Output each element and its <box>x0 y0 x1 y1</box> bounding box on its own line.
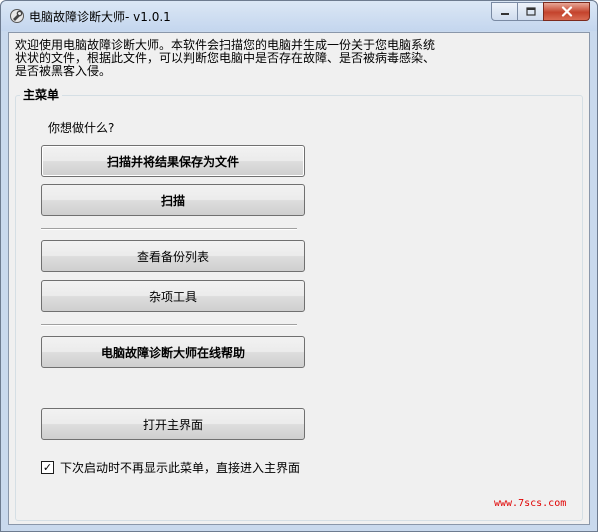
app-icon <box>10 9 24 23</box>
skip-menu-option[interactable]: ✓ 下次启动时不再显示此菜单，直接进入主界面 <box>41 459 300 476</box>
skip-menu-label: 下次启动时不再显示此菜单，直接进入主界面 <box>60 461 301 475</box>
watermark-text: www.7scs.com <box>494 498 567 509</box>
misc-tools-button[interactable]: 杂项工具 <box>41 280 305 312</box>
checkmark-icon: ✓ <box>42 461 53 474</box>
open-main-interface-button[interactable]: 打开主界面 <box>41 408 305 440</box>
minimize-icon <box>500 12 509 15</box>
online-help-button[interactable]: 电脑故障诊断大师在线帮助 <box>41 336 305 368</box>
scan-button[interactable]: 扫描 <box>41 184 305 216</box>
scan-and-save-button[interactable]: 扫描并将结果保存为文件 <box>41 145 305 177</box>
title-bar[interactable]: 电脑故障诊断大师- v1.0.1 <box>1 1 597 31</box>
app-window: 电脑故障诊断大师- v1.0.1 欢迎使用电脑故障诊断大师。本软件会扫描您的电脑… <box>0 0 598 532</box>
minimize-button[interactable] <box>491 2 518 21</box>
maximize-icon <box>525 7 536 16</box>
intro-text: 欢迎使用电脑故障诊断大师。本软件会扫描您的电脑并生成一份关于您电脑系统状状的文件… <box>15 38 436 78</box>
close-icon <box>561 6 572 17</box>
dialog-client-area: 欢迎使用电脑故障诊断大师。本软件会扫描您的电脑并生成一份关于您电脑系统状状的文件… <box>8 32 590 525</box>
maximize-button[interactable] <box>517 2 544 21</box>
main-menu-label: 主菜单 <box>20 86 63 103</box>
window-title: 电脑故障诊断大师- v1.0.1 <box>29 10 171 24</box>
skip-menu-checkbox[interactable]: ✓ <box>41 461 54 474</box>
separator <box>41 324 297 326</box>
view-backup-list-button[interactable]: 查看备份列表 <box>41 240 305 272</box>
menu-prompt: 你想做什么? <box>48 121 115 135</box>
separator <box>41 228 297 230</box>
close-button[interactable] <box>543 2 590 21</box>
